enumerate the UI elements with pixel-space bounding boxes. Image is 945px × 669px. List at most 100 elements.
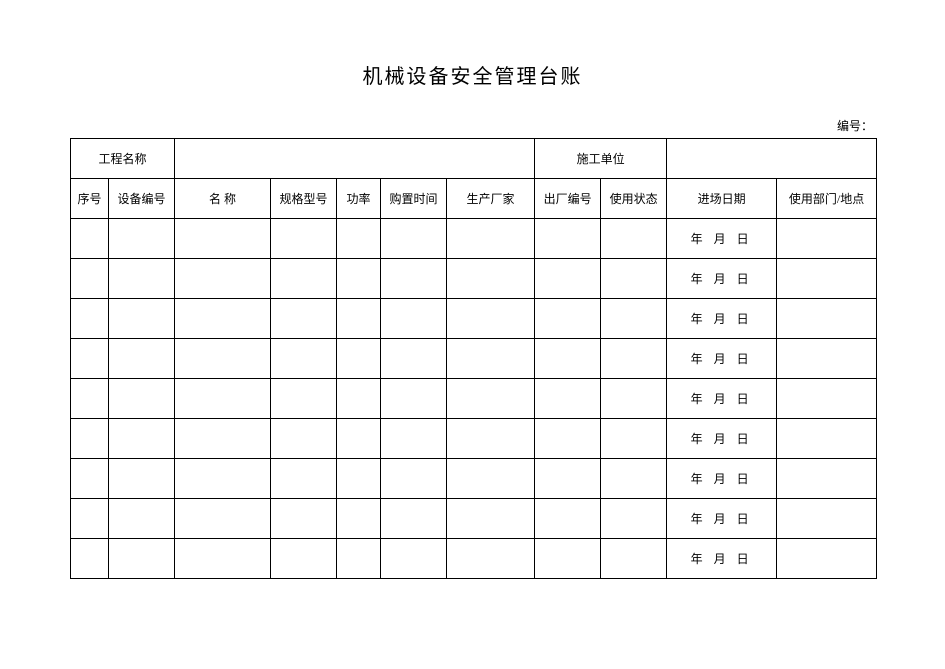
- cell-factory_no: [535, 419, 601, 459]
- cell-dept_location: [777, 259, 877, 299]
- col-spec: 规格型号: [271, 179, 337, 219]
- info-row: 工程名称 施工单位: [71, 139, 877, 179]
- cell-entry_date: 年 月 日: [667, 299, 777, 339]
- cell-factory_no: [535, 379, 601, 419]
- cell-power: [337, 539, 381, 579]
- col-status: 使用状态: [601, 179, 667, 219]
- cell-purchase_time: [381, 499, 447, 539]
- col-name: 名 称: [175, 179, 271, 219]
- cell-factory_no: [535, 499, 601, 539]
- cell-status: [601, 379, 667, 419]
- table-row: 年 月 日: [71, 379, 877, 419]
- cell-entry_date: 年 月 日: [667, 339, 777, 379]
- cell-manufacturer: [447, 539, 535, 579]
- cell-entry_date: 年 月 日: [667, 379, 777, 419]
- document-page: 机械设备安全管理台账 编号： 工程名称 施工单位 序号 设备编号 名 称 规格型: [0, 0, 945, 619]
- cell-purchase_time: [381, 339, 447, 379]
- col-device-no: 设备编号: [109, 179, 175, 219]
- cell-seq: [71, 459, 109, 499]
- col-power: 功率: [337, 179, 381, 219]
- cell-spec: [271, 499, 337, 539]
- serial-number-label: 编号：: [70, 117, 875, 134]
- cell-device_no: [109, 419, 175, 459]
- table-row: 年 月 日: [71, 539, 877, 579]
- cell-purchase_time: [381, 419, 447, 459]
- cell-dept_location: [777, 299, 877, 339]
- cell-seq: [71, 499, 109, 539]
- cell-dept_location: [777, 339, 877, 379]
- cell-dept_location: [777, 379, 877, 419]
- cell-manufacturer: [447, 299, 535, 339]
- cell-dept_location: [777, 219, 877, 259]
- cell-manufacturer: [447, 259, 535, 299]
- cell-manufacturer: [447, 459, 535, 499]
- cell-device_no: [109, 339, 175, 379]
- table-row: 年 月 日: [71, 339, 877, 379]
- cell-purchase_time: [381, 259, 447, 299]
- cell-spec: [271, 259, 337, 299]
- cell-entry_date: 年 月 日: [667, 539, 777, 579]
- cell-factory_no: [535, 339, 601, 379]
- cell-spec: [271, 379, 337, 419]
- page-title: 机械设备安全管理台账: [70, 60, 875, 89]
- col-manufacturer: 生产厂家: [447, 179, 535, 219]
- table-row: 年 月 日: [71, 459, 877, 499]
- contractor-value: [667, 139, 877, 179]
- cell-power: [337, 419, 381, 459]
- cell-seq: [71, 539, 109, 579]
- cell-name: [175, 459, 271, 499]
- cell-status: [601, 219, 667, 259]
- cell-purchase_time: [381, 299, 447, 339]
- cell-name: [175, 259, 271, 299]
- cell-power: [337, 379, 381, 419]
- cell-power: [337, 219, 381, 259]
- table-row: 年 月 日: [71, 299, 877, 339]
- cell-seq: [71, 419, 109, 459]
- cell-purchase_time: [381, 219, 447, 259]
- cell-entry_date: 年 月 日: [667, 499, 777, 539]
- cell-purchase_time: [381, 379, 447, 419]
- cell-dept_location: [777, 419, 877, 459]
- cell-device_no: [109, 539, 175, 579]
- cell-device_no: [109, 379, 175, 419]
- cell-manufacturer: [447, 339, 535, 379]
- cell-status: [601, 339, 667, 379]
- cell-status: [601, 299, 667, 339]
- cell-name: [175, 499, 271, 539]
- cell-spec: [271, 419, 337, 459]
- table-header-row: 序号 设备编号 名 称 规格型号 功率 购置时间 生产厂家 出厂编号 使用状态 …: [71, 179, 877, 219]
- cell-seq: [71, 339, 109, 379]
- cell-device_no: [109, 299, 175, 339]
- cell-seq: [71, 379, 109, 419]
- project-label: 工程名称: [71, 139, 175, 179]
- cell-factory_no: [535, 259, 601, 299]
- cell-seq: [71, 219, 109, 259]
- cell-purchase_time: [381, 459, 447, 499]
- cell-name: [175, 419, 271, 459]
- cell-name: [175, 379, 271, 419]
- cell-spec: [271, 299, 337, 339]
- col-entry-date: 进场日期: [667, 179, 777, 219]
- cell-spec: [271, 339, 337, 379]
- cell-device_no: [109, 219, 175, 259]
- cell-status: [601, 419, 667, 459]
- cell-manufacturer: [447, 379, 535, 419]
- cell-name: [175, 339, 271, 379]
- cell-seq: [71, 299, 109, 339]
- cell-seq: [71, 259, 109, 299]
- cell-status: [601, 499, 667, 539]
- cell-dept_location: [777, 499, 877, 539]
- cell-device_no: [109, 459, 175, 499]
- table-row: 年 月 日: [71, 219, 877, 259]
- cell-name: [175, 539, 271, 579]
- col-factory-no: 出厂编号: [535, 179, 601, 219]
- cell-power: [337, 299, 381, 339]
- table-row: 年 月 日: [71, 259, 877, 299]
- cell-entry_date: 年 月 日: [667, 419, 777, 459]
- cell-status: [601, 459, 667, 499]
- cell-dept_location: [777, 459, 877, 499]
- cell-purchase_time: [381, 539, 447, 579]
- cell-entry_date: 年 月 日: [667, 259, 777, 299]
- cell-status: [601, 539, 667, 579]
- table-row: 年 月 日: [71, 499, 877, 539]
